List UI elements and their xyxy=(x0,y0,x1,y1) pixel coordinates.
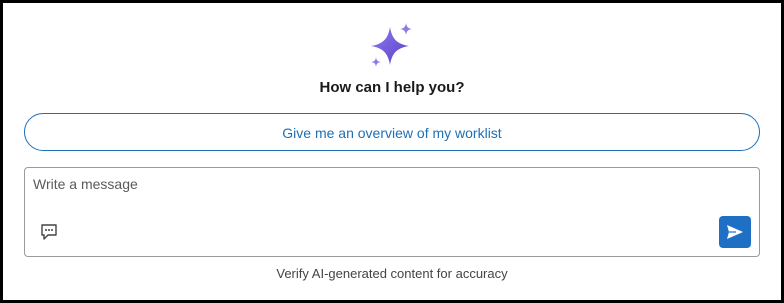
sparkle-icon xyxy=(363,21,419,73)
chat-panel: How can I help you? Give me an overview … xyxy=(0,0,784,303)
suggestion-overview-worklist[interactable]: Give me an overview of my worklist xyxy=(24,113,760,151)
disclaimer-text: Verify AI-generated content for accuracy xyxy=(276,266,508,281)
chat-bubble-icon[interactable] xyxy=(39,222,59,242)
greeting-heading: How can I help you? xyxy=(319,79,465,96)
message-composer xyxy=(24,167,760,257)
send-icon xyxy=(727,225,743,239)
message-input[interactable] xyxy=(33,176,713,206)
send-button[interactable] xyxy=(719,216,751,248)
